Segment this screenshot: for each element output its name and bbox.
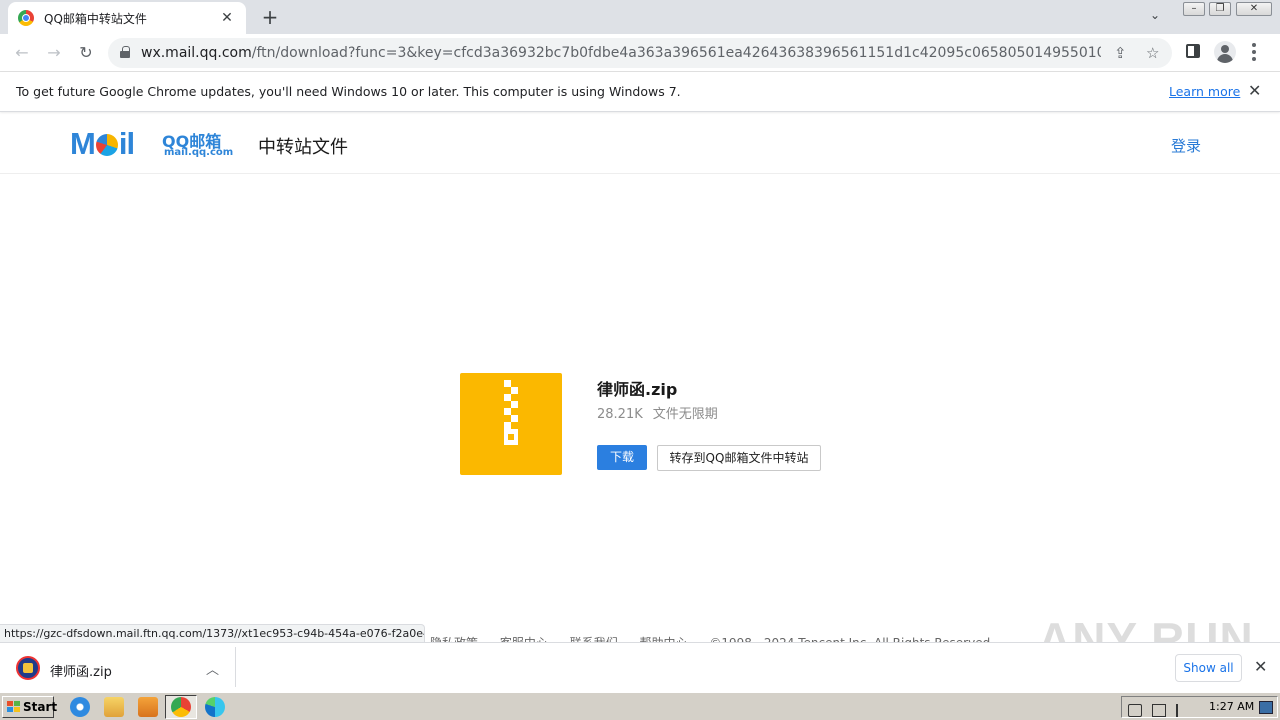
shelf-close-icon[interactable]: ✕ — [1254, 657, 1267, 676]
tab-close-icon[interactable]: ✕ — [218, 10, 236, 26]
winrar-file-icon — [16, 656, 40, 680]
chrome-taskbar-icon — [171, 697, 191, 717]
system-tray — [1121, 696, 1278, 718]
zip-file-icon — [460, 373, 562, 475]
network-icon[interactable] — [1152, 704, 1166, 717]
bookmark-star-icon[interactable]: ☆ — [1146, 44, 1159, 62]
start-label: Start — [23, 700, 58, 714]
action-center-flag-icon[interactable] — [1176, 704, 1190, 717]
lock-icon[interactable] — [120, 46, 130, 58]
infobar-message: To get future Google Chrome updates, you… — [16, 84, 681, 99]
browser-tab[interactable]: QQ邮箱中转站文件 ✕ — [8, 2, 246, 34]
update-infobar: To get future Google Chrome updates, you… — [0, 72, 1280, 112]
url-text[interactable]: wx.mail.qq.com/ftn/download?func=3&key=c… — [141, 45, 1101, 61]
tab-search-chevron-icon[interactable]: ⌄ — [1150, 8, 1160, 22]
media-player-icon[interactable] — [138, 697, 158, 717]
speaker-icon[interactable] — [1128, 704, 1142, 717]
file-meta: 28.21K 文件无限期 — [597, 403, 728, 422]
forward-arrow-icon[interactable]: → — [43, 42, 65, 64]
browser-toolbar: ← → ↻ wx.mail.qq.com/ftn/download?func=3… — [0, 34, 1280, 72]
show-desktop-icon[interactable] — [1259, 701, 1273, 714]
download-item[interactable]: 律师函.zip ︿ — [0, 647, 236, 687]
windows-taskbar: Start 1:27 AM — [0, 692, 1280, 720]
address-bar[interactable]: wx.mail.qq.com/ftn/download?func=3&key=c… — [108, 38, 1172, 68]
browser-titlebar: QQ邮箱中转站文件 ✕ + ⌄ – ❐ ✕ — [0, 0, 1280, 34]
profile-avatar-icon[interactable] — [1214, 41, 1236, 63]
chrome-menu-icon[interactable] — [1252, 43, 1256, 61]
page-title: 中转站文件 — [258, 137, 348, 158]
download-item-name: 律师函.zip — [50, 665, 112, 680]
taskbar-clock[interactable]: 1:27 AM — [1209, 700, 1254, 713]
save-to-transfer-station-button[interactable]: 转存到QQ邮箱文件中转站 — [657, 445, 821, 471]
back-arrow-icon[interactable]: ← — [11, 42, 33, 64]
show-all-button[interactable]: Show all — [1175, 654, 1242, 682]
login-link[interactable]: 登录 — [1171, 135, 1201, 156]
download-shelf: 律师函.zip ︿ Show all ✕ — [0, 642, 1280, 692]
edge-taskbar-icon[interactable] — [205, 697, 225, 717]
page-header: Mil QQ邮箱 mail.qq.com 中转站文件 登录 — [0, 113, 1280, 174]
url-host: wx.mail.qq.com — [141, 45, 252, 61]
taskbar-chrome-active[interactable] — [165, 695, 197, 719]
share-icon[interactable]: ⇪ — [1114, 44, 1127, 62]
reload-icon[interactable]: ↻ — [75, 42, 97, 64]
file-size: 28.21K — [597, 407, 643, 422]
infobar-close-icon[interactable]: ✕ — [1248, 81, 1261, 100]
file-name: 律师函.zip — [597, 380, 678, 399]
new-tab-button[interactable]: + — [258, 6, 282, 28]
start-button[interactable]: Start — [2, 696, 58, 718]
qq-mail-logo[interactable]: Mil QQ邮箱 mail.qq.com — [70, 126, 234, 161]
minimize-button[interactable]: – — [1183, 2, 1205, 16]
restore-button[interactable]: ❐ — [1209, 2, 1231, 16]
windows-logo-icon — [7, 701, 20, 713]
internet-explorer-icon[interactable] — [70, 697, 90, 717]
learn-more-link[interactable]: Learn more — [1169, 84, 1240, 99]
status-bubble-url: https://gzc-dfsdown.mail.ftn.qq.com/1373… — [0, 624, 425, 643]
file-explorer-icon[interactable] — [104, 697, 124, 717]
close-window-button[interactable]: ✕ — [1236, 2, 1272, 16]
logo-mail-wordmark: Mil — [70, 126, 135, 161]
chevron-up-icon[interactable]: ︿ — [206, 659, 219, 678]
url-path: /ftn/download?func=3&key=cfcd3a36932bc7b… — [251, 45, 1101, 61]
chrome-favicon-icon — [18, 10, 34, 26]
logo-domain: mail.qq.com — [164, 147, 234, 158]
file-expiry: 文件无限期 — [652, 407, 718, 422]
side-panel-icon[interactable] — [1186, 44, 1200, 58]
download-button[interactable]: 下载 — [597, 445, 647, 470]
tab-title: QQ邮箱中转站文件 — [44, 11, 147, 26]
